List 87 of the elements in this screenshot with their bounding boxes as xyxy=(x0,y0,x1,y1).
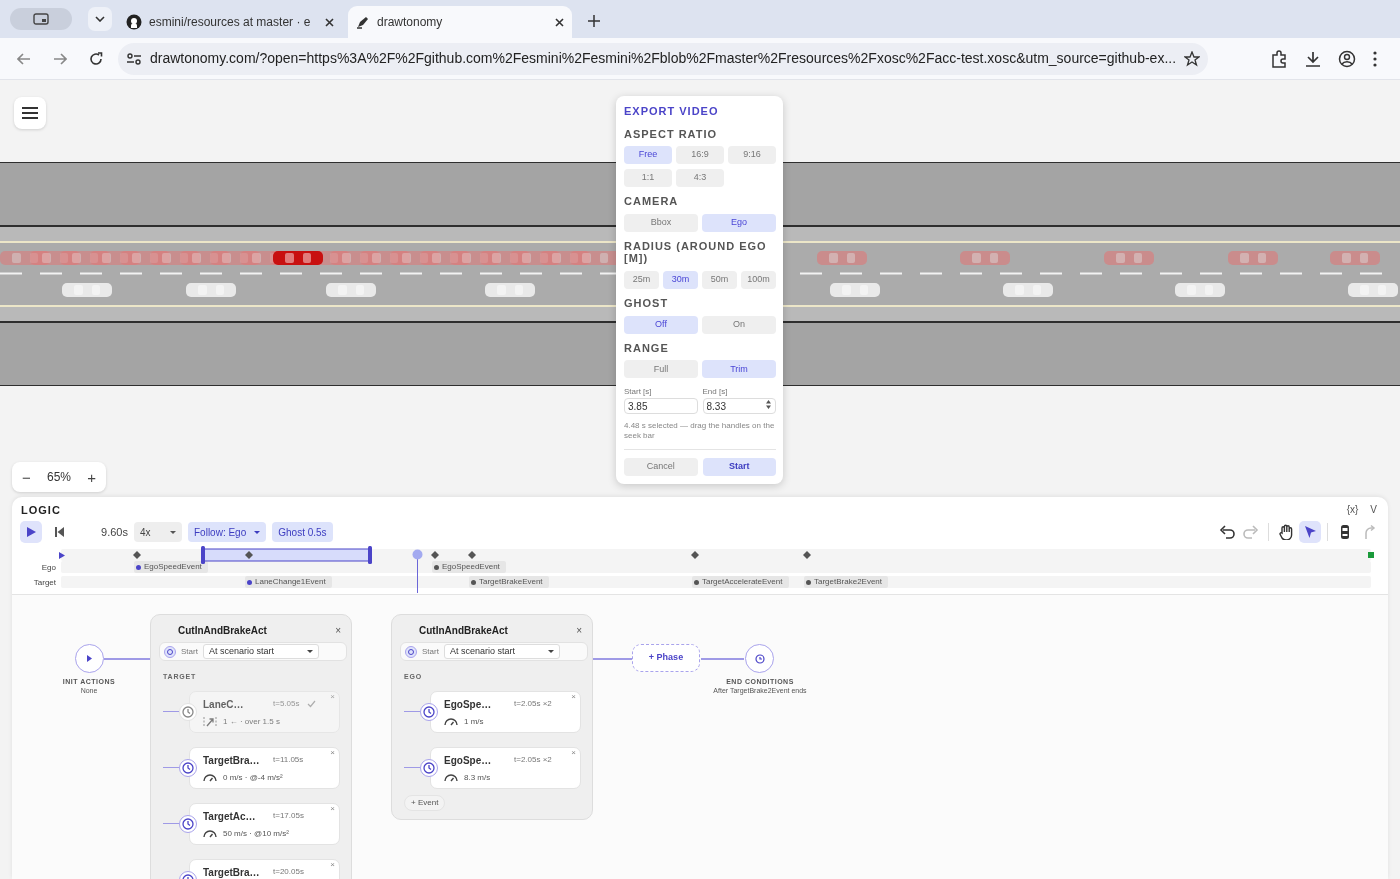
timeline-event[interactable]: TargetAccelerateEvent xyxy=(692,576,789,588)
panel-title: EXPORT VIDEO xyxy=(624,104,720,119)
option-button[interactable]: 4:3 xyxy=(676,169,724,188)
option-button[interactable]: 9:16 xyxy=(728,146,776,165)
section-label: RANGE xyxy=(624,341,670,355)
start-label: Start xyxy=(422,645,439,658)
event-time: t=2.05s ×2 xyxy=(514,698,552,710)
event-title: LaneC… xyxy=(203,697,245,712)
field-label: End [s] xyxy=(702,386,729,399)
speed-select[interactable]: 4x xyxy=(134,522,182,542)
section-label: CAMERA xyxy=(624,195,680,208)
current-time: 9.60s xyxy=(100,524,128,540)
variables-button[interactable]: {x} xyxy=(1344,505,1361,515)
option-button[interactable]: 100m xyxy=(741,271,776,290)
browser-tab[interactable]: esmini/resources at master · e xyxy=(118,6,342,38)
act-title: CutInAndBrakeAct xyxy=(419,624,508,638)
option-button[interactable]: Off xyxy=(624,315,698,334)
collapse-button[interactable]: V xyxy=(1368,505,1379,515)
event-card[interactable]: LaneC… t=5.05s × 1 ← · over 1.5 s xyxy=(189,690,340,733)
event-title: EgoSpe… xyxy=(444,753,493,768)
add-phase-button[interactable]: + Phase xyxy=(632,644,700,672)
event-detail: 1 ← · over 1.5 s xyxy=(223,715,280,728)
ghost-button[interactable]: Ghost 0.5s xyxy=(272,522,333,542)
option-button[interactable]: Trim xyxy=(702,360,776,379)
act-title: CutInAndBrakeAct xyxy=(178,624,267,638)
option-button[interactable]: Free xyxy=(624,146,672,165)
close-button[interactable]: × xyxy=(333,625,343,636)
event-time: t=20.05s xyxy=(273,866,304,878)
close-button[interactable]: × xyxy=(571,748,576,757)
start-button[interactable]: Start xyxy=(702,457,776,476)
option-button[interactable]: 25m xyxy=(624,271,659,290)
address-bar[interactable]: drawtonomy.com/?open=https%3A%2F%2Fgithub.com%2Fesmini%2Fesmini%2Fblob%2Fmaster%2Fresources%2Fxosc%2Facc-test.xosc&utm_source=github-ex... xyxy=(118,42,1209,75)
event-title: EgoSpe… xyxy=(444,697,493,712)
number-field[interactable]: 8.33 xyxy=(702,398,776,415)
option-button[interactable]: 16:9 xyxy=(676,146,724,165)
option-button[interactable]: On xyxy=(702,315,776,334)
event-detail: 0 m/s · @-4 m/s² xyxy=(223,771,283,784)
close-button[interactable]: × xyxy=(330,804,335,813)
timeline-event[interactable]: LaneChange1Event xyxy=(245,576,332,588)
timeline-event[interactable]: TargetBrake2Event xyxy=(804,576,889,588)
section-label: GHOST xyxy=(624,297,670,310)
event-time: t=11.05s xyxy=(273,754,304,766)
event-title: TargetAc… xyxy=(203,809,257,824)
event-title: TargetBra… xyxy=(203,865,261,879)
add-event-button[interactable]: + Event xyxy=(404,794,446,811)
timeline-event[interactable]: TargetBrakeEvent xyxy=(469,576,549,588)
field-label: Start [s] xyxy=(624,386,653,399)
number-field[interactable]: 3.85 xyxy=(624,398,698,415)
option-button[interactable]: Full xyxy=(624,360,698,379)
close-button[interactable]: × xyxy=(571,692,576,701)
close-button[interactable]: × xyxy=(330,860,335,869)
event-title: TargetBra… xyxy=(203,753,261,768)
option-button[interactable]: 1:1 xyxy=(624,169,672,188)
start-select[interactable]: At scenario start xyxy=(202,644,319,659)
zoom-out-button[interactable]: − xyxy=(18,469,35,485)
timeline-event[interactable]: EgoSpeedEvent xyxy=(432,561,506,573)
event-card[interactable]: EgoSpe… t=2.05s ×2 × 1 m/s xyxy=(430,690,581,733)
event-card[interactable]: TargetAc… t=17.05s × 50 m/s · @10 m/s² xyxy=(189,802,340,845)
hint-text: 4.48 s selected — drag the handles on the seek bar xyxy=(624,421,776,441)
panel-title: LOGIC xyxy=(21,502,61,518)
event-detail: 50 m/s · @10 m/s² xyxy=(223,827,289,840)
start-label: Start xyxy=(181,645,198,658)
cancel-button[interactable]: Cancel xyxy=(624,457,698,476)
event-time: t=17.05s xyxy=(273,810,304,822)
option-button[interactable]: 30m xyxy=(663,271,698,290)
zoom-level: 65% xyxy=(47,469,71,486)
row-label: Target xyxy=(32,577,56,589)
event-card[interactable]: EgoSpe… t=2.05s ×2 × 8.3 m/s xyxy=(430,746,581,789)
browser-tab[interactable]: drawtonomy xyxy=(348,6,572,38)
section-label: RADIUS (AROUND EGO [M]) xyxy=(624,239,768,266)
event-time: t=2.05s ×2 xyxy=(514,754,552,766)
option-button[interactable]: 50m xyxy=(702,271,737,290)
event-detail: 1 m/s xyxy=(464,715,484,728)
close-button[interactable]: × xyxy=(574,625,584,636)
section-label: ASPECT RATIO xyxy=(624,127,719,141)
event-time: t=5.05s xyxy=(273,698,300,710)
event-detail: 8.3 m/s xyxy=(464,771,491,784)
row-label: Ego xyxy=(40,562,56,574)
follow-select[interactable]: Follow: Ego xyxy=(188,522,267,542)
zoom-in-button[interactable]: + xyxy=(83,469,100,485)
start-select[interactable]: At scenario start xyxy=(443,644,560,659)
timeline-event[interactable]: EgoSpeedEvent xyxy=(134,561,208,573)
close-button[interactable]: × xyxy=(330,748,335,757)
event-card[interactable]: TargetBra… t=20.05s × xyxy=(189,858,340,879)
option-button[interactable]: Ego xyxy=(702,213,776,232)
event-card[interactable]: TargetBra… t=11.05s × 0 m/s · @-4 m/s² xyxy=(189,746,340,789)
option-button[interactable]: Bbox xyxy=(624,213,698,232)
